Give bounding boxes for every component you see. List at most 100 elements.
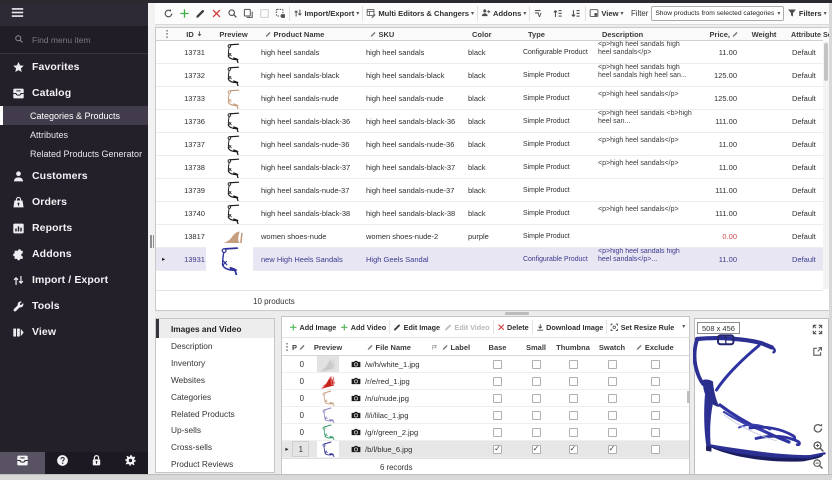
help-button[interactable] [45, 452, 79, 474]
scrollbar-thumb[interactable] [824, 43, 828, 81]
row-selector-cell[interactable] [156, 133, 177, 155]
column-header-small[interactable]: Small [519, 339, 553, 355]
media-scrollbar-grip[interactable] [687, 391, 690, 403]
column-header-color[interactable]: Color [462, 28, 518, 40]
sidebar-item-reports[interactable]: Reports [0, 215, 148, 241]
tab-description[interactable]: Description [156, 338, 274, 355]
search-products-button[interactable] [224, 5, 240, 23]
row-selector-cell[interactable] [156, 156, 177, 178]
thumbnail-checkbox[interactable] [569, 360, 578, 369]
edit-product-button[interactable] [192, 5, 208, 23]
filters-menu[interactable]: Filters ▾ [784, 5, 829, 23]
sidebar-item-orders[interactable]: Orders [0, 189, 148, 215]
row-selector-cell[interactable] [156, 110, 177, 132]
set-resize-rule-button[interactable]: Set Resize Rule [608, 318, 676, 336]
edit-image-button[interactable]: Edit Image [391, 318, 442, 336]
product-row[interactable]: 13738 high heel sandals-black-37 high he… [156, 156, 823, 179]
lock-button[interactable] [79, 452, 113, 474]
row-selector-cell[interactable] [282, 424, 292, 440]
exclude-checkbox[interactable] [651, 411, 660, 420]
small-checkbox[interactable]: ✓ [532, 445, 541, 454]
thumbnail-checkbox[interactable]: ✓ [569, 445, 578, 454]
column-header-weight[interactable]: Weight [742, 28, 786, 40]
sidebar-item-related-products-generator[interactable]: Related Products Generator [0, 144, 148, 163]
tab-websites[interactable]: Websites [156, 372, 274, 389]
thumbnail-checkbox[interactable] [569, 428, 578, 437]
tab-images-and-video[interactable]: Images and Video [156, 319, 274, 338]
add-product-button[interactable] [176, 5, 192, 23]
store-button[interactable] [0, 452, 45, 474]
image-row[interactable]: 0 /w/h/white_1.jpg [282, 356, 689, 373]
sidebar-item-favorites[interactable]: Favorites [0, 54, 148, 80]
sidebar-item-addons[interactable]: Addons [0, 241, 148, 267]
column-header-preview[interactable]: Preview [212, 28, 255, 40]
download-image-button[interactable]: Download Image [534, 318, 606, 336]
column-header-base[interactable]: Base [476, 339, 519, 355]
row-selector-cell[interactable] [156, 202, 177, 224]
delete-product-button[interactable] [208, 5, 224, 23]
small-checkbox[interactable] [532, 428, 541, 437]
sidebar-item-customers[interactable]: Customers [0, 163, 148, 189]
sidebar-item-catalog[interactable]: Catalog [0, 80, 148, 106]
product-row[interactable]: 13736 high heel sandals-black-36 high he… [156, 110, 823, 133]
product-row[interactable]: 13731 high heel sandals high heel sandal… [156, 41, 823, 64]
product-row[interactable]: 13737 high heel sandals-nude-36 high hee… [156, 133, 823, 156]
copy-button[interactable] [240, 5, 256, 23]
add-image-button[interactable]: Add Image [287, 318, 338, 336]
menu-toggle-button[interactable] [0, 3, 148, 26]
column-header-label[interactable]: Label [442, 339, 476, 355]
thumbnail-checkbox[interactable] [569, 411, 578, 420]
column-header-type[interactable]: Type [518, 28, 592, 40]
addons-menu[interactable]: Addons ▾ [479, 5, 529, 23]
column-header-swatch[interactable]: Swatch [593, 339, 631, 355]
row-selector-cell[interactable] [156, 64, 177, 86]
sidebar-item-view[interactable]: View [0, 319, 148, 345]
tab-categories[interactable]: Categories [156, 388, 274, 405]
delete-image-button[interactable]: Delete [495, 318, 531, 336]
column-header-position[interactable]: P [292, 339, 309, 355]
row-selector-cell[interactable] [156, 41, 177, 63]
column-header-attribute-set[interactable]: Attribute Set Name [786, 28, 830, 40]
product-row[interactable]: 13817 women shoes-nude women shoes-nude-… [156, 225, 823, 248]
horizontal-scrollbar-thumb[interactable] [505, 312, 529, 315]
sidebar-splitter[interactable] [148, 3, 155, 474]
tab-cross-sells[interactable]: Cross-sells [156, 439, 274, 456]
column-header-name[interactable]: Product Name [255, 28, 360, 40]
sidebar-search[interactable]: Find menu item [0, 26, 148, 54]
small-checkbox[interactable] [532, 411, 541, 420]
row-selector-cell[interactable] [156, 225, 177, 247]
exclude-checkbox[interactable] [651, 428, 660, 437]
column-header-selector[interactable] [282, 339, 292, 355]
column-header-thumbnail[interactable]: Thumbna [553, 339, 593, 355]
swatch-checkbox[interactable] [608, 428, 617, 437]
row-selector-cell[interactable]: ▸ [156, 248, 177, 270]
swatch-checkbox[interactable] [608, 394, 617, 403]
add-video-button[interactable]: Add Video [338, 318, 388, 336]
swatch-checkbox[interactable] [608, 411, 617, 420]
collapse-rows-button[interactable] [567, 5, 585, 23]
expand-rows-button[interactable] [549, 5, 567, 23]
row-selector-cell[interactable] [282, 373, 292, 389]
image-row[interactable]: ▸ 1 /b/l/blue_6.jpg ✓ ✓ ✓ ✓ [282, 441, 689, 458]
base-checkbox[interactable] [493, 411, 502, 420]
column-header-price[interactable]: Price, [706, 28, 742, 40]
column-header-preview[interactable]: Preview [309, 339, 347, 355]
image-row[interactable]: 0 /n/u/nude.jpg [282, 390, 689, 407]
rotate-icon[interactable] [812, 422, 824, 434]
paste-special-button[interactable] [272, 5, 288, 23]
image-row[interactable]: 0 /r/e/red_1.jpg [282, 373, 689, 390]
column-header-description[interactable]: Description [592, 28, 706, 40]
column-header-sku[interactable]: SKU [360, 28, 462, 40]
base-checkbox[interactable] [493, 360, 502, 369]
exclude-checkbox[interactable] [651, 394, 660, 403]
image-row[interactable]: 0 /l/i/lilac_1.jpg [282, 407, 689, 424]
tab-inventory[interactable]: Inventory [156, 355, 274, 372]
sidebar-item-tools[interactable]: Tools [0, 293, 148, 319]
column-header-id[interactable]: ID [177, 28, 212, 40]
product-row[interactable]: 13739 high heel sandals-nude-37 high hee… [156, 179, 823, 202]
exclude-checkbox[interactable] [651, 445, 660, 454]
thumbnail-checkbox[interactable] [569, 394, 578, 403]
column-header-selector[interactable] [156, 28, 177, 40]
base-checkbox[interactable] [493, 394, 502, 403]
row-selector-cell[interactable] [282, 407, 292, 423]
